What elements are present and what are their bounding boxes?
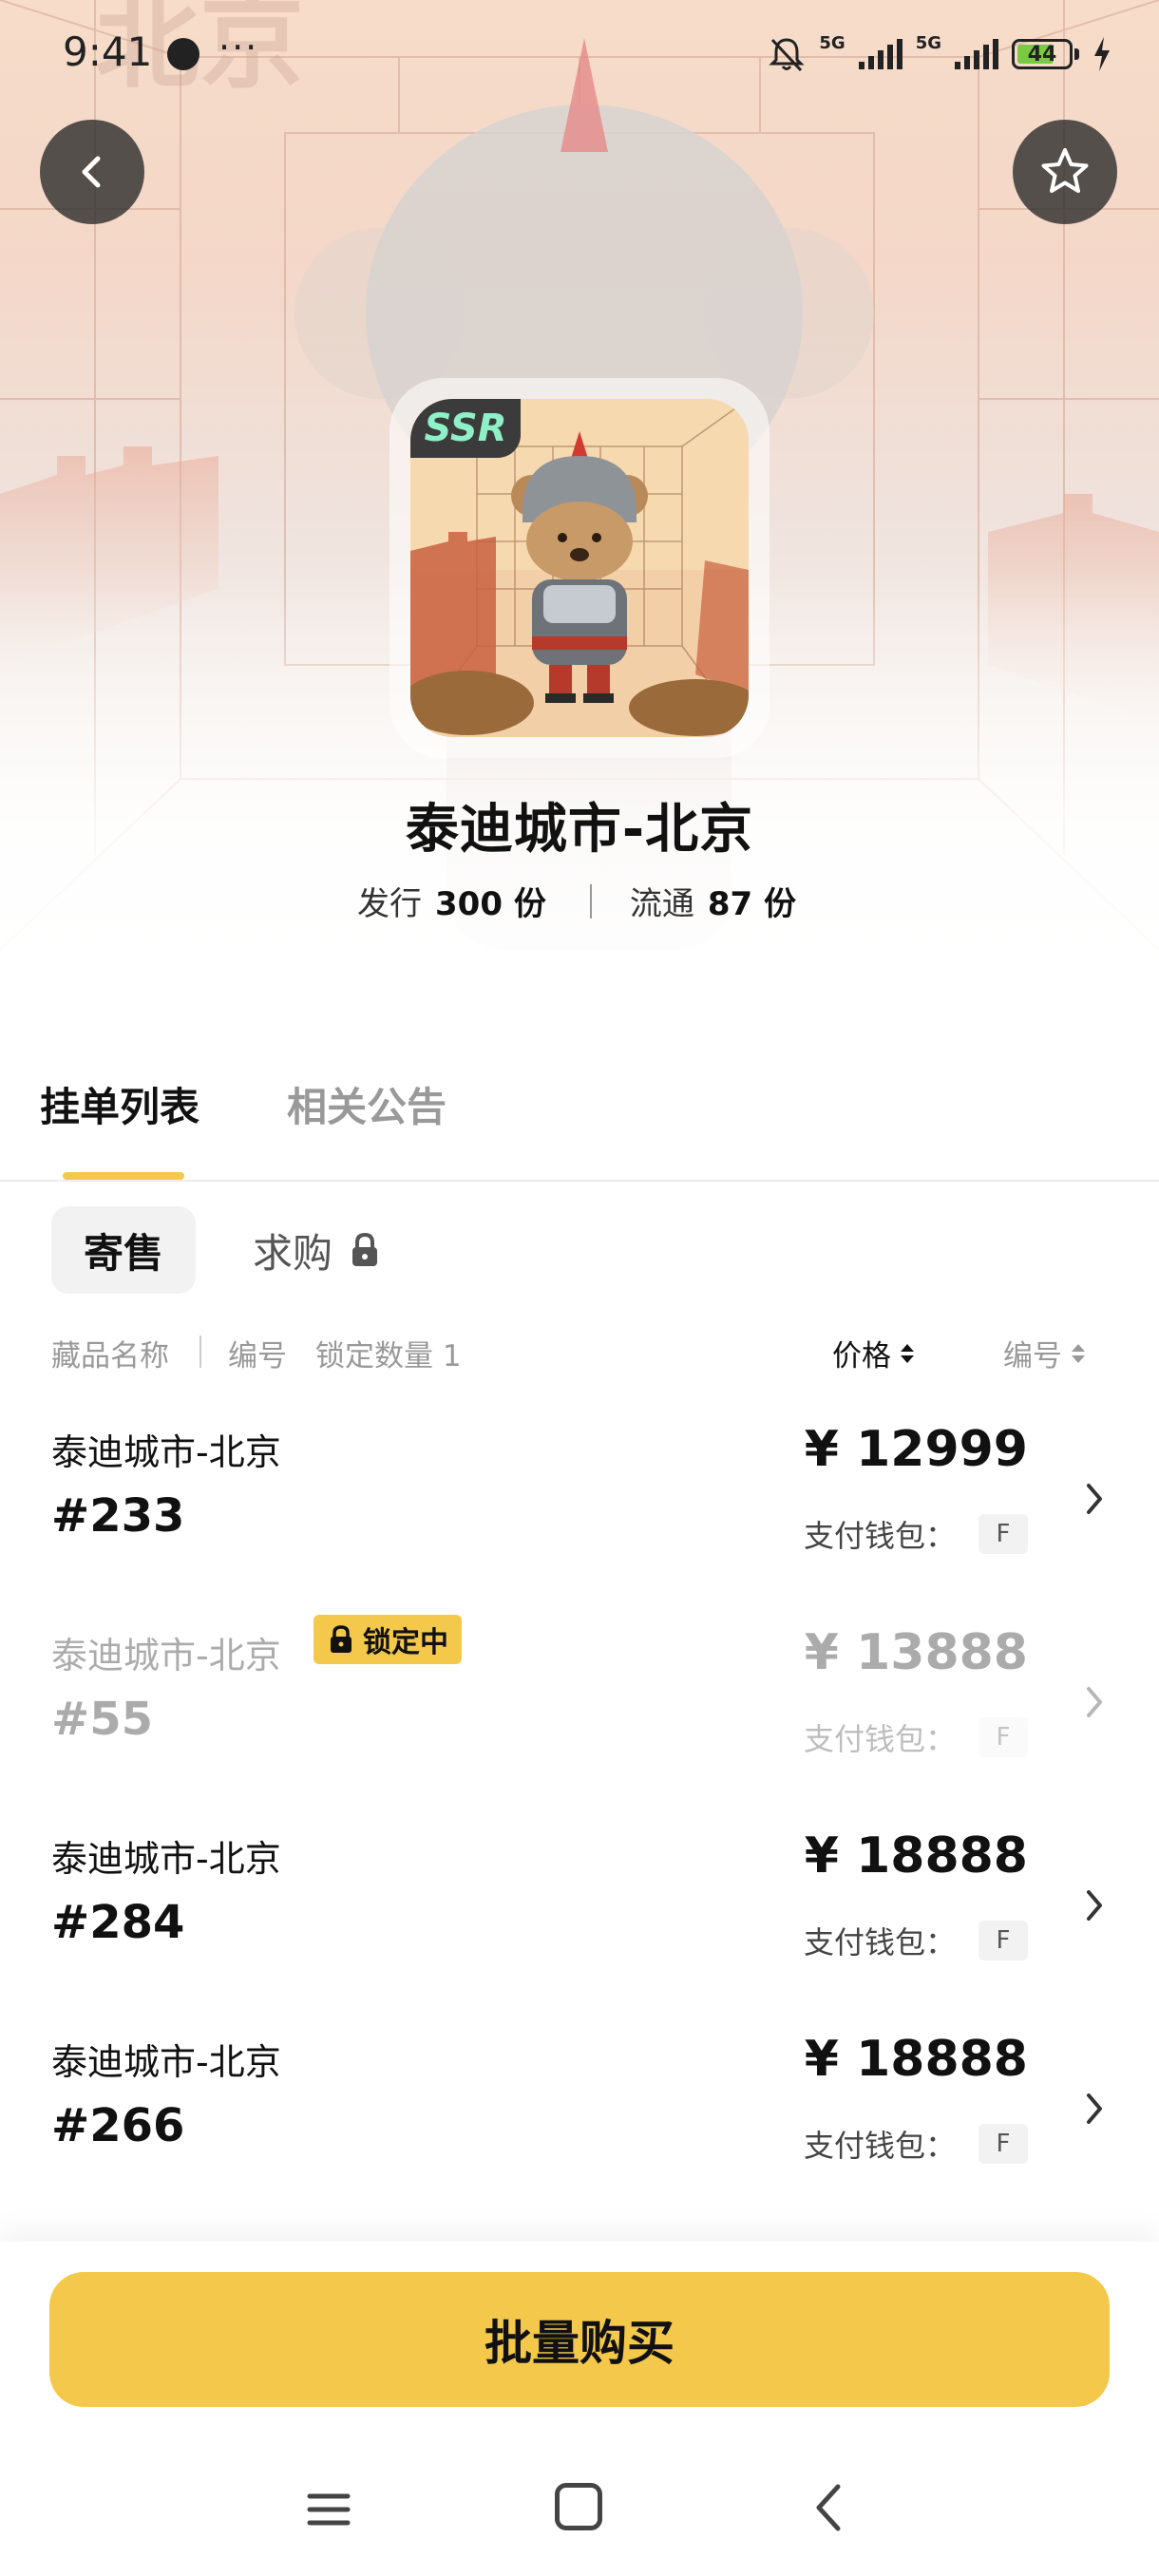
list-header: 藏品名称 编号 锁定数量 1 价格 编号 [0, 1326, 1159, 1375]
rarity-badge: SSR [410, 399, 521, 458]
subtab-consignment[interactable]: 寄售 [51, 1206, 196, 1294]
charging-icon [1094, 37, 1110, 71]
battery-icon: 44 [1012, 39, 1073, 69]
header-number: 编号 [228, 1339, 287, 1373]
listing-wallet: 支付钱包： F [804, 1512, 1028, 1556]
listing-price: ¥ 12999 [804, 1421, 1028, 1478]
wallet-label: 支付钱包： [803, 1518, 956, 1554]
sort-by-number[interactable]: 编号 [1003, 1332, 1085, 1374]
wallet-badge: F [978, 1717, 1028, 1757]
product-title: 泰迪城市-北京 [405, 799, 754, 861]
signal-bars-1 [858, 39, 902, 69]
star-icon [1041, 148, 1089, 193]
listing-row[interactable]: 泰迪城市-北京 #284 ¥ 18888 支付钱包： F [0, 1797, 1159, 2000]
chevron-right-icon [1087, 1484, 1102, 1514]
subtab-wanted[interactable]: 求购 [253, 1206, 384, 1294]
listing-price: ¥ 18888 [804, 1828, 1028, 1885]
menu-icon[interactable] [306, 2487, 352, 2532]
wallet-badge: F [978, 1514, 1028, 1554]
listing-name: 泰迪城市-北京 [51, 1431, 281, 1473]
lock-icon [331, 1625, 352, 1653]
wallet-label: 支付钱包： [803, 1924, 956, 1960]
sort-price-label: 价格 [832, 1339, 891, 1373]
listing-wallet: 支付钱包： F [804, 1715, 1028, 1759]
status-icons: 5G 5G 44 [768, 32, 1112, 76]
listing-name: 泰迪城市-北京 [51, 1838, 281, 1880]
product-image: SSR [410, 399, 749, 737]
back-icon [82, 156, 101, 188]
bulk-buy-button[interactable]: 批量购买 [49, 2272, 1110, 2407]
product-image-card: SSR [390, 378, 770, 758]
main-tabs: 挂单列表 相关公告 [0, 1026, 1159, 1182]
system-nav-bar [0, 2466, 1159, 2553]
nav-back-icon[interactable] [809, 2481, 847, 2534]
issued-label: 发行 [357, 885, 423, 923]
wallet-label: 支付钱包： [803, 1721, 956, 1757]
tab-listings[interactable]: 挂单列表 [40, 1075, 200, 1133]
subtab-wanted-label: 求购 [253, 1229, 333, 1277]
listing-serial: #233 [51, 1489, 185, 1543]
tabs-divider [0, 1180, 1159, 1182]
signal-bars-2 [955, 39, 998, 69]
lock-icon [352, 1232, 378, 1266]
bell-muted-icon [769, 38, 805, 72]
chevron-right-icon [1087, 2093, 1102, 2124]
circulation-label: 流通 [629, 885, 694, 923]
favorite-button[interactable] [1013, 120, 1117, 224]
listing-serial: #266 [51, 2099, 185, 2152]
more-notifications-icon: ··· [218, 27, 259, 68]
sort-by-price[interactable]: 价格 [832, 1332, 914, 1374]
sub-tabs: 寄售 求购 [0, 1206, 1159, 1294]
listing-price: ¥ 18888 [804, 2031, 1028, 2088]
signal-label-1: 5G [819, 32, 846, 53]
issued-value: 300 份 [435, 885, 546, 923]
locked-badge: 锁定中 [314, 1615, 462, 1664]
chevron-right-icon [1087, 1890, 1102, 1921]
status-time: 9:41 [63, 28, 153, 75]
bottom-action-bar: 批量购买 [0, 2242, 1159, 2576]
wallet-badge: F [978, 1921, 1028, 1960]
listing-name: 泰迪城市-北京 [51, 2041, 281, 2083]
locked-badge-label: 锁定中 [363, 1626, 448, 1659]
sort-icon [901, 1343, 914, 1363]
stats-divider [589, 883, 592, 919]
listing-serial: #284 [51, 1896, 185, 1949]
listing-price: ¥ 13888 [804, 1624, 1028, 1681]
header-locked-count: 锁定数量 1 [315, 1339, 462, 1373]
listing-row-locked[interactable]: 泰迪城市-北京 #55 ¥ 13888 支付钱包： F [0, 1594, 1159, 1797]
back-button[interactable] [40, 120, 144, 224]
sort-icon [1072, 1343, 1085, 1363]
header-name: 藏品名称 [51, 1339, 169, 1373]
listing-wallet: 支付钱包： F [804, 1919, 1028, 1962]
wallet-badge: F [978, 2124, 1028, 2164]
circulation-value: 87 份 [707, 885, 796, 923]
product-stats: 发行 300 份 流通 87 份 [0, 878, 1159, 924]
tab-announcements[interactable]: 相关公告 [287, 1075, 446, 1133]
tab-active-indicator [63, 1172, 184, 1180]
listing-serial: #55 [51, 1693, 154, 1746]
battery-level: 44 [1027, 42, 1057, 66]
sort-number-label: 编号 [1003, 1339, 1062, 1373]
header-separator [200, 1335, 201, 1368]
listing-row[interactable]: 泰迪城市-北京 #266 ¥ 18888 支付钱包： F [0, 2000, 1159, 2204]
listing-name: 泰迪城市-北京 [51, 1635, 281, 1676]
clock-icon [167, 38, 200, 70]
home-icon[interactable] [555, 2483, 602, 2530]
listing-row[interactable]: 泰迪城市-北京 #233 ¥ 12999 支付钱包： F [0, 1391, 1159, 1594]
wallet-label: 支付钱包： [803, 2128, 956, 2164]
signal-label-2: 5G [915, 32, 941, 53]
listing-wallet: 支付钱包： F [804, 2122, 1028, 2166]
chevron-right-icon [1087, 1687, 1102, 1717]
status-bar: 9:41 ··· 5G 5G 44 [0, 0, 1159, 104]
